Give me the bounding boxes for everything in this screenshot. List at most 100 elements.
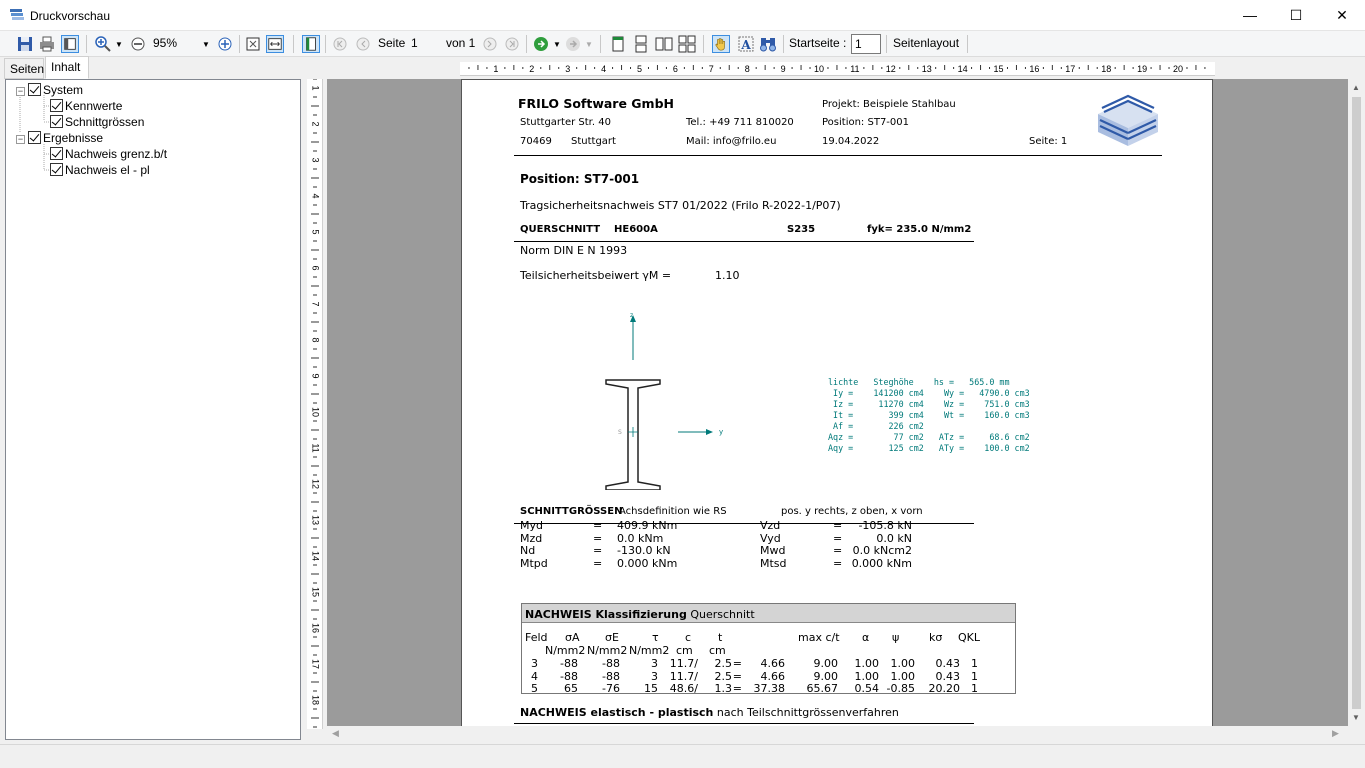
find-icon[interactable]	[759, 35, 777, 53]
axis-z-label: z	[630, 312, 634, 319]
header-date: 19.04.2022	[822, 136, 880, 147]
close-button[interactable]: ✕	[1319, 0, 1365, 31]
scroll-down-icon[interactable]: ▼	[1352, 713, 1360, 722]
header-project: Projekt: Beispiele Stahlbau	[822, 99, 956, 110]
horizontal-scrollbar[interactable]: ◀ ▶	[327, 726, 1348, 743]
zoom-dropdown-icon[interactable]: ▼	[115, 40, 123, 49]
company-name: FRILO Software GmbH	[518, 96, 674, 111]
ruler-label: 7	[709, 64, 714, 74]
sg-label: Mzd	[520, 531, 543, 545]
text-select-icon[interactable]: A	[737, 35, 755, 53]
ruler-label: 11	[311, 443, 321, 452]
ruler-label: 3	[311, 157, 321, 162]
header-position: Position: ST7-001	[822, 117, 909, 128]
el-title-rest: nach Teilschnittgrössenverfahren	[716, 706, 899, 719]
company-mail: Mail: info@frilo.eu	[686, 136, 777, 147]
page-label: Seite	[378, 36, 406, 50]
scroll-left-icon[interactable]: ◀	[332, 728, 339, 739]
sg-value: 0.0 kN	[876, 531, 912, 545]
kl-cell: 4.66	[760, 669, 786, 683]
kl-header: ψ	[892, 631, 900, 644]
kl-header: σA	[565, 631, 580, 644]
sg-value: 0.0 kNcm2	[852, 544, 912, 557]
ruler-label: 15	[993, 64, 1003, 74]
last-page-icon[interactable]	[503, 35, 521, 53]
sg-label: Vzd	[760, 519, 781, 532]
position-title: Position: ST7-001	[520, 172, 640, 186]
minimize-button[interactable]: —	[1227, 0, 1273, 31]
navigate-back-icon[interactable]	[564, 35, 582, 53]
save-icon[interactable]	[16, 35, 34, 53]
two-pages-icon[interactable]	[655, 35, 673, 53]
prev-page-icon[interactable]	[354, 35, 372, 53]
tab-seiten[interactable]: Seiten	[4, 58, 44, 79]
ruler-label: 12	[311, 479, 321, 489]
zoom-in-icon[interactable]	[94, 35, 112, 53]
kl-title-rest: Querschnitt	[690, 608, 755, 621]
sg-value: 409.9 kNm	[617, 519, 678, 532]
sg-label: Mwd	[760, 544, 786, 557]
vertical-scrollbar[interactable]: ▲ ▼	[1348, 79, 1365, 726]
startpage-input[interactable]: 1	[851, 34, 881, 54]
ruler-label: 10	[311, 407, 321, 417]
title-bar: Druckvorschau — ☐ ✕	[0, 0, 1365, 31]
zoom-select-arrow-icon[interactable]: ▼	[202, 40, 210, 49]
ruler-label: 16	[1029, 64, 1039, 74]
forward-dropdown-icon[interactable]: ▼	[553, 40, 561, 49]
ruler-label: 2	[529, 64, 534, 74]
sg-value: -130.0 kN	[617, 544, 671, 557]
back-dropdown-icon[interactable]: ▼	[585, 40, 593, 49]
print-page: FRILO Software GmbH Stuttgarter Str. 40 …	[461, 79, 1213, 726]
prop-line: Aqy = 125 cm2 ATy = 100.0 cm2	[828, 443, 1030, 453]
layout-button[interactable]: Seitenlayout	[893, 36, 959, 50]
sg-eq: =	[833, 519, 843, 532]
kl-cell: 1.00	[890, 669, 916, 683]
tab-inhalt[interactable]: Inhalt	[45, 56, 89, 79]
ruler-label: 2	[311, 121, 321, 126]
ruler-label: 10	[814, 64, 824, 74]
axis-y-label: y	[719, 428, 724, 436]
sg-eq: =	[593, 544, 603, 557]
preview-area[interactable]: FRILO Software GmbH Stuttgarter Str. 40 …	[327, 79, 1348, 726]
page-count: von 1	[446, 36, 476, 50]
thumbnails-icon[interactable]	[302, 35, 320, 53]
qs-fyk: fyk= 235.0 N/mm2	[867, 224, 972, 235]
kl-unit: N/mm2	[545, 644, 586, 657]
page-number-input[interactable]: 1	[411, 36, 418, 50]
zoom-value[interactable]: 95%	[153, 36, 177, 50]
ruler-label: 8	[745, 64, 750, 74]
first-page-icon[interactable]	[331, 35, 349, 53]
single-page-icon[interactable]	[609, 35, 627, 53]
ruler-label: 20	[1173, 64, 1183, 74]
continuous-page-icon[interactable]	[632, 35, 650, 53]
multi-pages-icon[interactable]	[678, 35, 696, 53]
sg-label: Myd	[520, 519, 543, 532]
ruler-label: 17	[1065, 64, 1075, 74]
ruler-label: 11	[850, 64, 859, 74]
zoom-out-icon[interactable]	[129, 35, 147, 53]
sg-value: 0.000 kNm	[617, 556, 678, 570]
next-page-icon[interactable]	[481, 35, 499, 53]
ruler-label: 19	[1137, 64, 1147, 74]
kl-cell: 1	[971, 657, 978, 670]
ruler-label: 17	[311, 659, 321, 669]
navigate-forward-icon[interactable]	[532, 35, 550, 53]
fit-width-icon[interactable]	[266, 35, 284, 53]
ruler-label: 14	[311, 551, 321, 561]
hand-tool-icon[interactable]	[712, 35, 730, 53]
fit-page-icon[interactable]	[244, 35, 262, 53]
prop-line: It = 399 cm4 Wt = 160.0 cm3	[828, 410, 1030, 420]
ruler-label: 18	[1101, 64, 1111, 74]
el-title: NACHWEIS elastisch - plastisch	[520, 706, 714, 719]
print-icon[interactable]	[38, 35, 56, 53]
scroll-up-icon[interactable]: ▲	[1352, 83, 1360, 92]
maximize-button[interactable]: ☐	[1273, 0, 1319, 31]
zoom-plus-icon[interactable]	[216, 35, 234, 53]
sg-label: Vyd	[760, 531, 781, 545]
scroll-thumb[interactable]	[1352, 97, 1361, 709]
tree-item-nachweis-grenz[interactable]: Nachweis grenz.b/t	[50, 146, 167, 162]
norm: Norm DIN E N 1993	[520, 244, 628, 257]
panel-toggle-icon[interactable]	[61, 35, 79, 53]
scroll-right-icon[interactable]: ▶	[1332, 728, 1339, 739]
prop-line: Iz = 11270 cm4 Wz = 751.0 cm3	[828, 399, 1030, 409]
